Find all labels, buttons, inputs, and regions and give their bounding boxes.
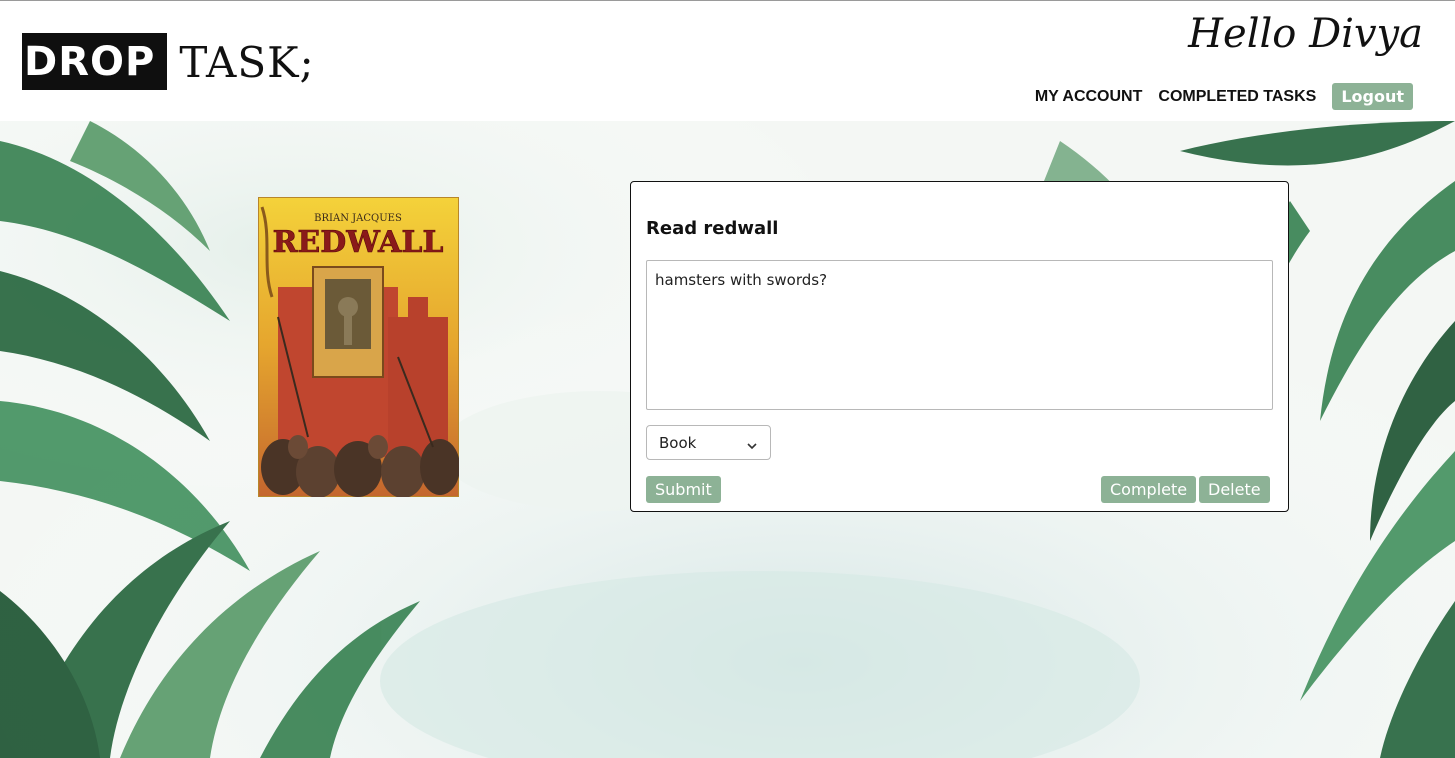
- submit-button[interactable]: Submit: [646, 476, 721, 503]
- complete-button[interactable]: Complete: [1101, 476, 1197, 503]
- delete-button[interactable]: Delete: [1199, 476, 1270, 503]
- task-title: Read redwall: [646, 218, 779, 239]
- nav-completed-tasks[interactable]: COMPLETED TASKS: [1158, 88, 1316, 106]
- category-selected-value: Book: [659, 433, 697, 452]
- book-author: BRIAN JACQUES: [314, 213, 402, 224]
- logout-button[interactable]: Logout: [1332, 83, 1413, 110]
- task-notes-textarea[interactable]: hamsters with swords?: [646, 260, 1273, 410]
- nav-my-account[interactable]: MY ACCOUNT: [1035, 88, 1143, 106]
- category-select[interactable]: Book: [646, 425, 771, 460]
- site-logo[interactable]: DROP TASK;: [22, 33, 317, 90]
- logo-drop-text: DROP: [24, 38, 156, 85]
- top-nav: MY ACCOUNT COMPLETED TASKS Logout: [1035, 83, 1413, 110]
- book-cover-image: BRIAN JACQUES REDWALL: [257, 196, 460, 498]
- user-greeting: Hello Divya: [1188, 11, 1423, 57]
- book-title: REDWALL: [272, 225, 443, 260]
- site-header: DROP TASK; Hello Divya MY ACCOUNT COMPLE…: [0, 1, 1455, 121]
- logo-task-text: TASK;: [167, 33, 317, 90]
- chevron-down-icon: [746, 437, 758, 449]
- task-card: Read redwall hamsters with swords? Book …: [630, 181, 1289, 512]
